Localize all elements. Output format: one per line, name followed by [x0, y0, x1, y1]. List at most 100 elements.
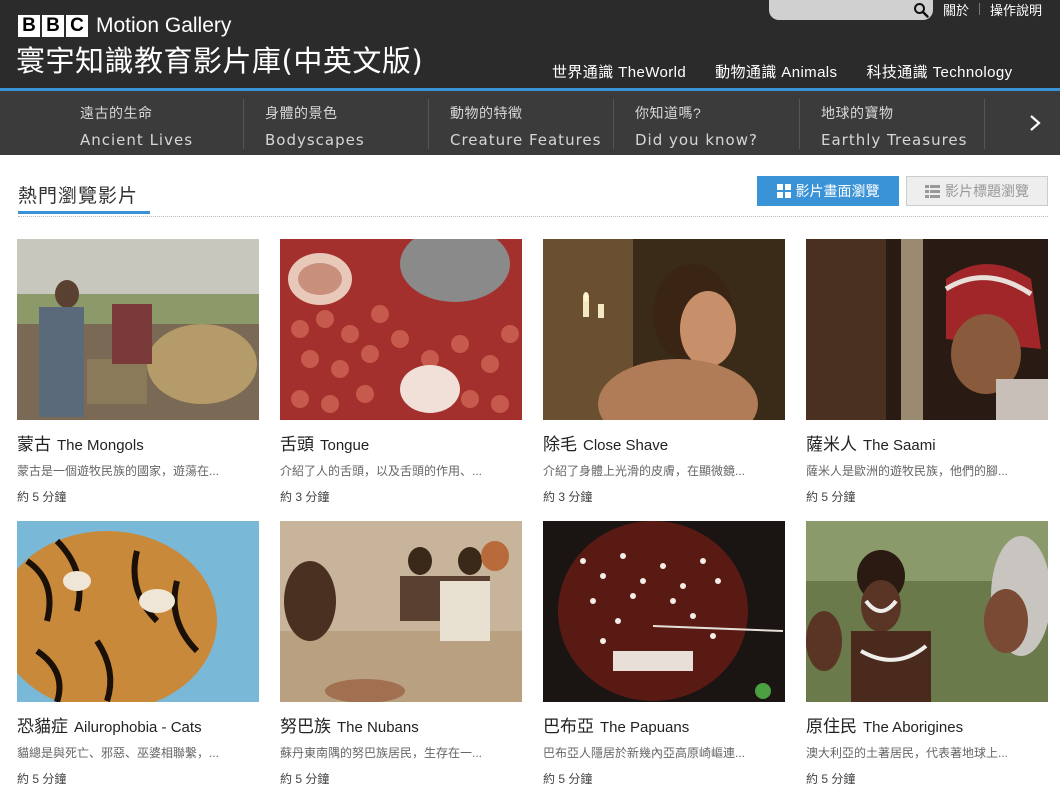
- category-zh: 動物的特徵: [450, 105, 523, 121]
- video-card[interactable]: 蒙古 The Mongols 蒙古是一個遊牧民族的國家，遊蕩在... 約 5 分鐘: [17, 239, 259, 505]
- video-card[interactable]: 除毛 Close Shave 介紹了身體上光滑的皮膚，在顯微鏡... 約 3 分鐘: [543, 239, 785, 505]
- video-title-zh: 蒙古: [17, 435, 51, 454]
- category-en: Ancient Lives: [80, 131, 194, 149]
- video-title-zh: 舌頭: [280, 435, 314, 454]
- video-description: 介紹了身體上光滑的皮膚，在顯微鏡...: [543, 464, 746, 478]
- category-bodyscapes[interactable]: 身體的景色 Bodyscapes: [265, 100, 365, 150]
- category-zh: 地球的寶物: [821, 105, 894, 121]
- video-description: 蒙古是一個遊牧民族的國家，遊蕩在...: [17, 464, 220, 478]
- video-title-zh: 巴布亞: [543, 717, 594, 736]
- video-title[interactable]: 努巴族 The Nubans: [280, 712, 522, 737]
- video-card[interactable]: 恐貓症 Ailurophobia - Cats 貓總是與死亡、邪惡、巫婆相聯繫，.…: [17, 521, 259, 787]
- list-view-label: 影片標題瀏覽: [945, 183, 1029, 199]
- nav-world[interactable]: 世界通識 TheWorld: [552, 61, 686, 82]
- section-divider: [18, 216, 1048, 217]
- category-earthly-treasures[interactable]: 地球的寶物 Earthly Treasures: [821, 100, 967, 150]
- chevron-right-icon[interactable]: [1024, 111, 1046, 135]
- nav-technology[interactable]: 科技通識 Technology: [866, 61, 1012, 82]
- brand-letter-b1: B: [18, 15, 40, 37]
- category-zh: 身體的景色: [265, 105, 338, 121]
- search-input[interactable]: [769, 0, 933, 20]
- category-bar: 遠古的生命 Ancient Lives 身體的景色 Bodyscapes 動物的…: [0, 91, 1060, 155]
- video-duration: 約 5 分鐘: [806, 772, 856, 786]
- video-thumbnail[interactable]: [17, 239, 259, 420]
- about-link[interactable]: 關於: [943, 0, 969, 19]
- util-divider: [979, 3, 981, 15]
- video-title[interactable]: 蒙古 The Mongols: [17, 430, 259, 455]
- help-link[interactable]: 操作說明: [990, 0, 1042, 19]
- video-thumbnail[interactable]: [17, 521, 259, 702]
- category-divider: [243, 99, 244, 149]
- video-title[interactable]: 原住民 The Aborigines: [806, 712, 1048, 737]
- video-title-zh: 除毛: [543, 435, 577, 454]
- nav-animals[interactable]: 動物通識 Animals: [715, 61, 837, 82]
- category-divider: [613, 99, 614, 149]
- video-description: 介紹了人的舌頭，以及舌頭的作用、...: [280, 464, 483, 478]
- video-title-en: The Papuans: [600, 719, 690, 736]
- video-thumbnail[interactable]: [280, 239, 522, 420]
- video-title[interactable]: 薩米人 The Saami: [806, 430, 1048, 455]
- video-title[interactable]: 巴布亞 The Papuans: [543, 712, 785, 737]
- category-en: Earthly Treasures: [821, 131, 968, 149]
- video-thumbnail[interactable]: [543, 239, 785, 420]
- category-divider: [984, 99, 985, 149]
- video-title[interactable]: 恐貓症 Ailurophobia - Cats: [17, 712, 259, 737]
- video-description: 澳大利亞的土著居民，代表著地球上...: [806, 746, 1009, 760]
- video-description: 薩米人是歐洲的遊牧民族，他們的腳...: [806, 464, 1009, 478]
- video-card[interactable]: 薩米人 The Saami 薩米人是歐洲的遊牧民族，他們的腳... 約 5 分鐘: [806, 239, 1048, 505]
- category-zh: 遠古的生命: [80, 105, 153, 121]
- video-description: 巴布亞人隱居於新幾內亞高原崎嶇連...: [543, 746, 746, 760]
- video-title-en: The Mongols: [57, 437, 144, 454]
- video-duration: 約 5 分鐘: [17, 772, 67, 786]
- video-card[interactable]: 原住民 The Aborigines 澳大利亞的土著居民，代表著地球上... 約 …: [806, 521, 1048, 787]
- video-card[interactable]: 舌頭 Tongue 介紹了人的舌頭，以及舌頭的作用、... 約 3 分鐘: [280, 239, 522, 505]
- brand-name: Motion Gallery: [96, 14, 232, 37]
- video-duration: 約 5 分鐘: [806, 490, 856, 504]
- video-title-en: Close Shave: [583, 437, 669, 454]
- utility-links: 關於 操作說明: [943, 0, 1042, 18]
- video-title-zh: 恐貓症: [17, 717, 68, 736]
- video-title-zh: 努巴族: [280, 717, 331, 736]
- video-duration: 約 5 分鐘: [17, 490, 67, 504]
- video-duration: 約 5 分鐘: [280, 772, 330, 786]
- video-thumbnail[interactable]: [543, 521, 785, 702]
- video-thumbnail[interactable]: [806, 239, 1048, 420]
- section-title: 熱門瀏覽影片: [18, 186, 139, 207]
- site-header: B B C Motion Gallery 寰宇知識教育影片庫(中英文版) 關於 …: [0, 0, 1060, 91]
- bbc-logo[interactable]: B B C Motion Gallery: [18, 14, 231, 38]
- video-duration: 約 3 分鐘: [280, 490, 330, 504]
- video-card[interactable]: 努巴族 The Nubans 蘇丹東南隅的努巴族居民，生存在一... 約 5 分鐘: [280, 521, 522, 787]
- top-nav: 世界通識 TheWorld 動物通識 Animals 科技通識 Technolo…: [552, 61, 1013, 82]
- category-zh: 你知道嗎?: [635, 105, 702, 121]
- video-title-en: The Saami: [863, 437, 936, 454]
- site-title[interactable]: 寰宇知識教育影片庫(中英文版): [16, 38, 423, 80]
- video-title[interactable]: 舌頭 Tongue: [280, 430, 522, 455]
- list-view-button[interactable]: 影片標題瀏覽: [906, 176, 1048, 206]
- brand-letter-c: C: [66, 15, 88, 37]
- category-did-you-know[interactable]: 你知道嗎? Did you know?: [635, 100, 758, 150]
- video-duration: 約 3 分鐘: [543, 490, 593, 504]
- category-divider: [799, 99, 800, 149]
- video-title[interactable]: 除毛 Close Shave: [543, 430, 785, 455]
- video-title-en: Tongue: [320, 437, 370, 454]
- category-creature-features[interactable]: 動物的特徵 Creature Features: [450, 100, 601, 150]
- category-ancient-lives[interactable]: 遠古的生命 Ancient Lives: [80, 100, 193, 150]
- video-description: 貓總是與死亡、邪惡、巫婆相聯繫，...: [17, 746, 220, 760]
- grid-view-button[interactable]: 影片畫面瀏覽: [757, 176, 899, 206]
- category-en: Creature Features: [450, 131, 602, 149]
- video-duration: 約 5 分鐘: [543, 772, 593, 786]
- video-thumbnail[interactable]: [280, 521, 522, 702]
- category-en: Bodyscapes: [265, 131, 365, 149]
- section-title-underline: [18, 211, 150, 214]
- video-title-en: The Aborigines: [863, 719, 964, 736]
- search-icon[interactable]: [913, 2, 929, 18]
- video-thumbnail[interactable]: [806, 521, 1048, 702]
- list-icon: [925, 184, 940, 198]
- video-description: 蘇丹東南隅的努巴族居民，生存在一...: [280, 746, 483, 760]
- video-title-zh: 原住民: [806, 717, 857, 736]
- video-card[interactable]: 巴布亞 The Papuans 巴布亞人隱居於新幾內亞高原崎嶇連... 約 5 分…: [543, 521, 785, 787]
- grid-icon: [776, 184, 791, 198]
- video-title-zh: 薩米人: [806, 435, 857, 454]
- grid-view-label: 影片畫面瀏覽: [795, 183, 880, 199]
- video-title-en: Ailurophobia - Cats: [74, 719, 202, 736]
